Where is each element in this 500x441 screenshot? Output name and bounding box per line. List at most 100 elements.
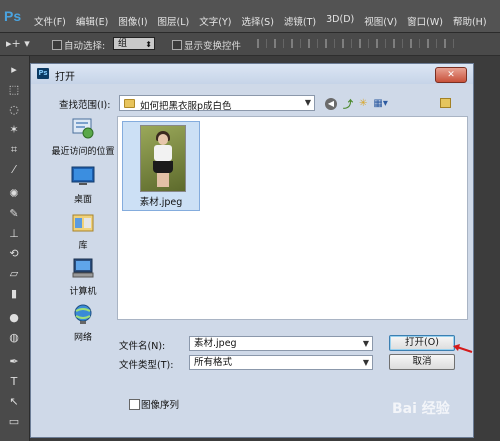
eraser-tool-icon[interactable]: ▱ [5,266,23,282]
close-button[interactable]: ✕ [435,67,467,83]
filetype-dropdown[interactable]: 所有格式 ▼ [189,355,373,370]
distribute-left-icon[interactable] [410,39,420,48]
lasso-tool-icon[interactable]: ◌ [5,102,23,118]
show-transform-label: 显示变换控件 [184,41,242,52]
file-name-label: 素材.jpeg [139,197,183,208]
open-button[interactable]: 打开(O) [389,335,455,351]
gradient-tool-icon[interactable]: ▮ [5,286,23,302]
file-thumbnail [140,125,186,192]
menu-filter[interactable]: 滤镜(T) [284,14,316,28]
view-menu-icon[interactable]: ▦▾ [373,98,387,109]
place-computer[interactable]: 计算机 [49,257,117,297]
distribute-right-icon[interactable] [444,39,454,48]
history-brush-tool-icon[interactable]: ⟲ [5,246,23,262]
brush-tool-icon[interactable]: ✎ [5,206,23,222]
distribute-vcenter-icon[interactable] [376,39,386,48]
auto-select-dropdown[interactable]: 组 [113,37,155,51]
look-in-value: 如何把黑衣服p成白色 [140,101,232,112]
photoshop-logo: Ps [4,8,22,24]
menu-items: 文件(F) 编辑(E) 图像(I) 图层(L) 文字(Y) 选择(S) 滤镜(T… [34,14,497,28]
eyedropper-tool-icon[interactable]: ⁄ [5,162,23,178]
menu-file[interactable]: 文件(F) [34,14,66,28]
distribute-bottom-icon[interactable] [393,39,403,48]
back-icon[interactable]: ◀ [325,97,337,110]
menu-help[interactable]: 帮助(H) [453,14,487,28]
move-tool-preset-icon[interactable]: ▸+ ▾ [6,37,30,50]
distribute-top-icon[interactable] [359,39,369,48]
align-icons-group [257,39,461,48]
filetype-label: 文件类型(T): [119,360,174,371]
place-label-libraries: 库 [78,241,88,251]
menu-window[interactable]: 窗口(W) [407,14,443,28]
filetype-value: 所有格式 [194,357,233,368]
align-right-icon[interactable] [342,39,352,48]
libraries-icon [72,214,94,232]
chevron-down-icon: ▼ [304,98,311,107]
look-in-label: 查找范围(I): [59,100,111,111]
image-sequence-label: 图像序列 [141,400,180,411]
chevron-down-icon[interactable]: ▼ [363,337,369,350]
blur-tool-icon[interactable]: ● [5,310,23,326]
place-desktop[interactable]: 桌面 [49,165,117,205]
type-tool-icon[interactable]: T [5,374,23,390]
place-label-recent: 最近访问的位置 [51,147,115,157]
move-tool-icon[interactable]: ▸ [5,62,23,78]
marquee-tool-icon[interactable]: ⬚ [5,82,23,98]
place-network[interactable]: 网络 [49,303,117,343]
file-item[interactable]: 素材.jpeg [122,121,200,211]
pen-tool-icon[interactable]: ✒ [5,354,23,370]
image-sequence-checkbox[interactable] [129,399,140,410]
filename-value: 素材.jpeg [194,338,237,349]
filename-label: 文件名(N): [119,341,166,352]
folder-preview-icon[interactable] [440,98,451,108]
folder-icon [124,99,135,108]
place-libraries[interactable]: 库 [49,211,117,251]
align-bottom-icon[interactable] [291,39,301,48]
filename-input[interactable]: 素材.jpeg ▼ [189,336,373,351]
nav-toolbar: ◀ ⤴ ✳ ▦▾ [325,96,394,111]
menu-image[interactable]: 图像(I) [118,14,147,28]
align-vcenter-icon[interactable] [274,39,284,48]
dodge-tool-icon[interactable]: ◍ [5,330,23,346]
path-selection-tool-icon[interactable]: ↖ [5,394,23,410]
clone-stamp-tool-icon[interactable]: ⊥ [5,226,23,242]
crop-tool-icon[interactable]: ⌗ [5,142,23,158]
new-folder-icon[interactable]: ✳ [359,98,367,109]
auto-select-checkbox[interactable] [52,40,62,50]
menu-select[interactable]: 选择(S) [241,14,273,28]
healing-brush-tool-icon[interactable]: ✺ [5,186,23,202]
menu-bar: Ps 文件(F) 编辑(E) 图像(I) 图层(L) 文字(Y) 选择(S) 滤… [0,0,500,33]
cancel-button[interactable]: 取消 [389,354,455,370]
magic-wand-tool-icon[interactable]: ✶ [5,122,23,138]
align-top-icon[interactable] [257,39,267,48]
open-dialog: Ps 打开 ✕ 查找范围(I): 如何把黑衣服p成白色 ▼ ◀ ⤴ ✳ ▦▾ 最… [30,63,474,438]
place-label-desktop: 桌面 [73,195,92,205]
recent-places-icon [72,118,94,139]
chevron-down-icon[interactable]: ▼ [363,356,369,369]
auto-select-label: 自动选择: [64,41,106,52]
auto-select-value: 组 [118,39,128,49]
ps-app-icon: Ps [37,68,49,79]
show-transform-checkbox[interactable] [172,40,182,50]
desktop-icon [71,166,95,185]
shape-tool-icon[interactable]: ▭ [5,414,23,430]
look-in-dropdown[interactable]: 如何把黑衣服p成白色 ▼ [119,95,315,112]
menu-edit[interactable]: 编辑(E) [76,14,108,28]
baidu-watermark: Bai 经验 [392,401,450,417]
network-icon [74,304,92,324]
tools-panel: ▸ ⬚ ◌ ✶ ⌗ ⁄ ✺ ✎ ⊥ ⟲ ▱ ▮ ● ◍ ✒ T ↖ ▭ [0,56,30,441]
up-folder-icon[interactable]: ⤴ [343,96,353,111]
place-recent[interactable]: 最近访问的位置 [49,117,117,157]
distribute-hcenter-icon[interactable] [427,39,437,48]
file-list[interactable]: 素材.jpeg [117,116,468,320]
red-arrow-icon [453,344,473,353]
align-hcenter-icon[interactable] [325,39,335,48]
menu-view[interactable]: 视图(V) [364,14,397,28]
place-label-computer: 计算机 [69,287,97,297]
dialog-title: 打开 [55,72,75,83]
align-left-icon[interactable] [308,39,318,48]
menu-type[interactable]: 文字(Y) [199,14,231,28]
menu-3d[interactable]: 3D(D) [326,14,354,28]
menu-layer[interactable]: 图层(L) [158,14,190,28]
dialog-titlebar[interactable]: Ps 打开 ✕ [31,64,473,84]
